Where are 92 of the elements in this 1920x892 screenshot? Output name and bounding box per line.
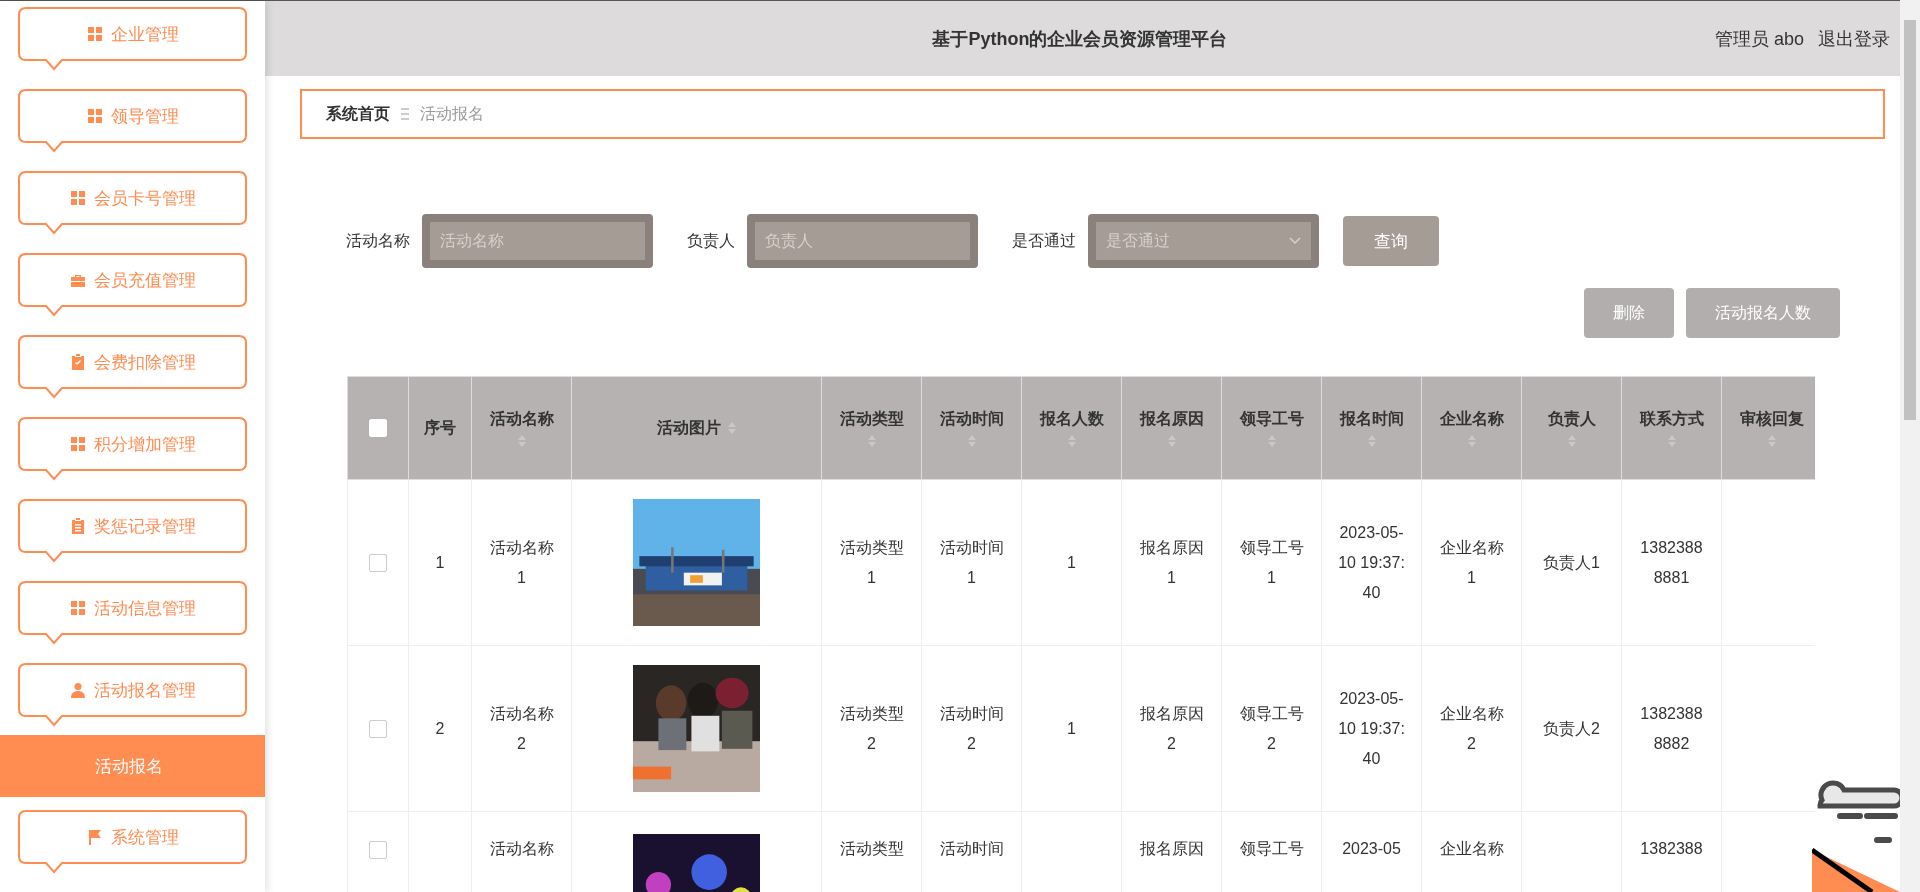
column-header: 活动时间	[939, 408, 1004, 429]
action-button[interactable]: 删除	[1584, 288, 1674, 338]
filter-label: 是否通过	[1012, 230, 1076, 251]
sidebar-item[interactable]: 企业管理	[18, 7, 247, 71]
sidebar-item[interactable]: 奖惩记录管理	[18, 499, 247, 563]
table-cell: 活动类型	[839, 840, 904, 857]
sort-icon[interactable]	[516, 433, 527, 448]
table-cell: 领导工号	[1239, 840, 1304, 857]
chevron-down-icon	[1289, 237, 1301, 245]
table-cell: 2023-05	[1342, 840, 1401, 857]
search-button[interactable]: 查询	[1343, 216, 1439, 266]
row-checkbox[interactable]	[369, 840, 387, 859]
column-header: 活动类型	[839, 408, 904, 429]
sidebar-item[interactable]: 活动报名管理	[18, 663, 247, 727]
grid-icon	[86, 26, 103, 42]
sort-icon[interactable]	[1566, 433, 1577, 448]
table-cell: 企业名称2	[1439, 704, 1504, 752]
sort-icon[interactable]	[1366, 433, 1377, 448]
user-label: 管理员 abo	[1714, 27, 1804, 51]
sidebar-item[interactable]: 会员充值管理	[18, 253, 247, 317]
separator-icon	[400, 107, 410, 121]
table-cell: 1382388	[1640, 840, 1703, 857]
sidebar-item[interactable]: 活动信息管理	[18, 581, 247, 645]
table-cell: 报名原因	[1139, 840, 1204, 857]
column-header: 序号	[424, 417, 456, 438]
table-cell: 1	[1067, 553, 1076, 571]
table-cell: 13823888882	[1640, 704, 1703, 752]
table-cell: 活动时间	[939, 840, 1004, 857]
sort-icon[interactable]	[866, 433, 877, 448]
column-header: 报名人数	[1039, 408, 1104, 429]
briefcase-icon	[69, 272, 86, 288]
sidebar-subitem[interactable]: 活动报名	[0, 735, 265, 797]
table-cell: 1	[1067, 719, 1076, 737]
logout-link[interactable]: 退出登录	[1818, 26, 1890, 51]
table-cell: 2	[435, 719, 445, 737]
sidebar-item[interactable]: 积分增加管理	[18, 417, 247, 481]
table-cell: 2023-05-10 19:37:40	[1338, 523, 1405, 601]
column-header: 活动名称	[489, 408, 554, 429]
column-header: 报名时间	[1339, 408, 1404, 429]
column-header: 活动图片	[656, 417, 721, 438]
table-cell: 企业名称	[1439, 840, 1504, 857]
filter-label: 负责人	[687, 230, 735, 251]
table-cell: 活动名称	[489, 840, 554, 857]
table-cell: 企业名称1	[1439, 538, 1504, 586]
table-cell: 领导工号2	[1239, 704, 1304, 752]
table-cell: 13823888881	[1640, 538, 1703, 586]
table-cell: 负责人1	[1543, 553, 1600, 571]
sort-icon[interactable]	[1766, 433, 1777, 448]
table-cell: 1	[435, 553, 445, 571]
table-cell: 活动名称1	[489, 538, 554, 586]
sort-icon[interactable]	[1066, 433, 1077, 448]
grid-icon	[69, 436, 86, 452]
column-header: 审核回复	[1739, 408, 1804, 429]
scrollbar[interactable]	[1900, 0, 1920, 892]
grid-icon	[86, 108, 103, 124]
table-cell: 2023-05-10 19:37:40	[1338, 689, 1405, 767]
table-cell: 报名原因2	[1139, 704, 1204, 752]
sort-icon[interactable]	[1466, 433, 1477, 448]
sort-icon[interactable]	[1666, 433, 1677, 448]
sort-icon[interactable]	[1166, 433, 1177, 448]
flag-icon	[86, 829, 103, 845]
table-cell: 领导工号1	[1239, 538, 1304, 586]
table-cell: 活动名称2	[489, 704, 554, 752]
person-icon	[69, 682, 86, 698]
sort-icon[interactable]	[1266, 433, 1277, 448]
table-cell: 活动类型1	[839, 538, 904, 586]
row-checkbox[interactable]	[369, 720, 387, 739]
column-header: 领导工号	[1239, 408, 1304, 429]
column-header: 企业名称	[1439, 408, 1504, 429]
sidebar-item[interactable]: 系统管理	[18, 810, 247, 874]
sort-icon[interactable]	[726, 421, 737, 435]
grid-icon	[69, 600, 86, 616]
table-cell: 负责人2	[1543, 719, 1600, 737]
action-button[interactable]: 活动报名人数	[1686, 288, 1840, 338]
sidebar-item[interactable]: 会员卡号管理	[18, 171, 247, 235]
breadcrumb-item[interactable]: 系统首页	[326, 103, 390, 125]
filter-label: 活动名称	[346, 230, 410, 251]
select-all-checkbox[interactable]	[369, 419, 387, 438]
column-header: 负责人	[1547, 408, 1596, 430]
sort-icon[interactable]	[966, 433, 977, 448]
table-cell: 活动时间1	[939, 538, 1004, 586]
row-checkbox[interactable]	[369, 554, 387, 573]
sidebar-item[interactable]: 会费扣除管理	[18, 335, 247, 399]
sidebar-item[interactable]: 领导管理	[18, 89, 247, 153]
column-header: 联系方式	[1639, 408, 1704, 429]
table-cell: 报名原因1	[1139, 538, 1204, 586]
grid-icon	[69, 190, 86, 206]
table-cell: 活动类型2	[839, 704, 904, 752]
table-cell: 活动时间2	[939, 704, 1004, 752]
breadcrumb-item[interactable]: 活动报名	[420, 103, 484, 125]
column-header: 报名原因	[1139, 408, 1204, 429]
site-title: 基于Python的企业会员资源管理平台	[931, 27, 1229, 51]
